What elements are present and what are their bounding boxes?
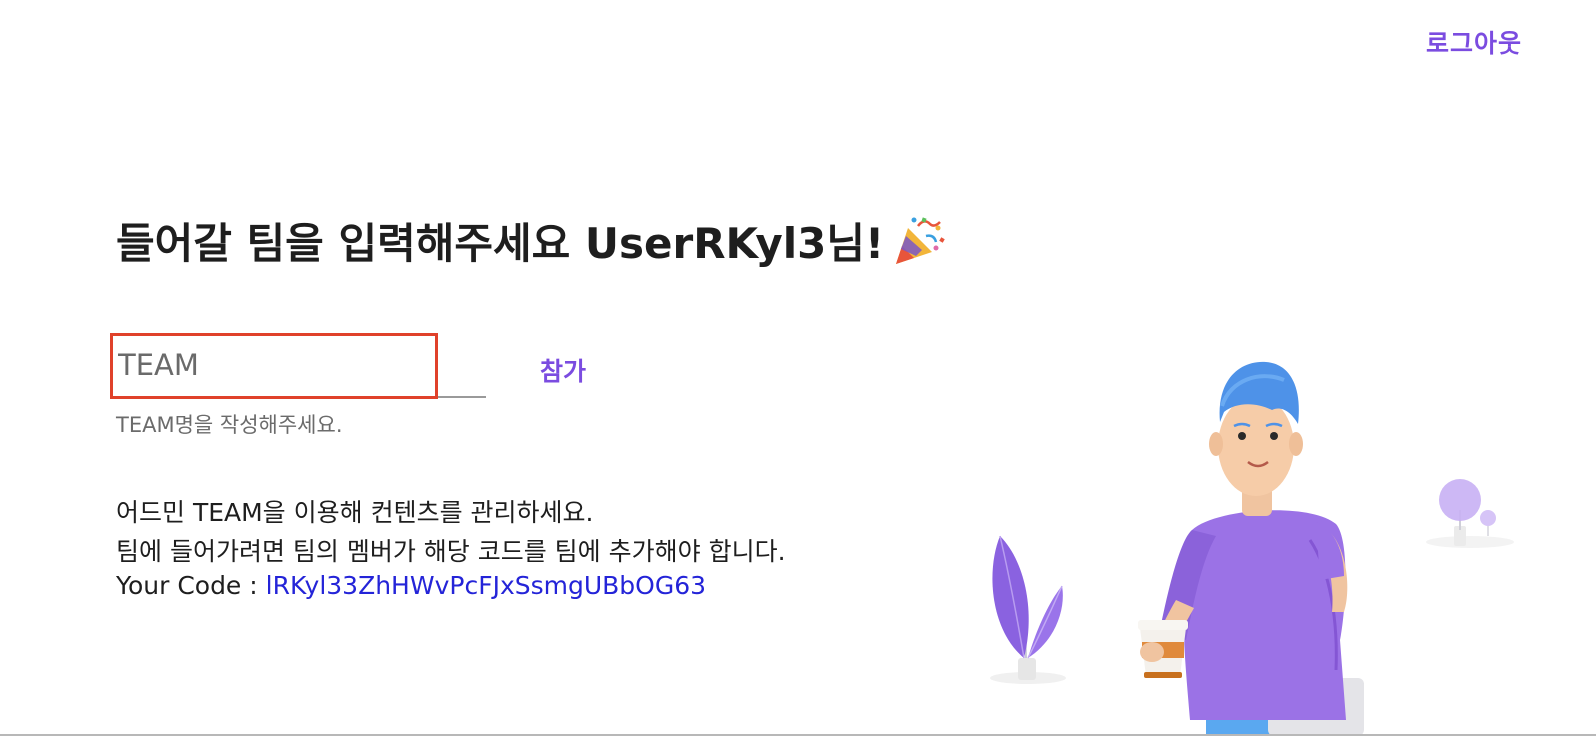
page-title: 들어갈 팀을 입력해주세요 UserRKyl3님! [116, 210, 946, 271]
person-with-coffee-illustration [990, 361, 1514, 734]
team-input-field [116, 334, 486, 398]
plant-left-icon [990, 535, 1066, 684]
logout-button[interactable]: 로그아웃 [1426, 24, 1522, 60]
team-join-page: 로그아웃 들어갈 팀을 입력해주세요 UserRKyl3님! 참가 TEAM명을… [0, 0, 1596, 736]
description-line-1: 어드민 TEAM을 이용해 컨텐츠를 관리하세요. [116, 498, 594, 527]
page-title-text: 들어갈 팀을 입력해주세요 UserRKyl3님! [116, 219, 885, 268]
team-input[interactable] [116, 334, 436, 396]
description-line-2: 팀에 들어가려면 팀의 멤버가 해당 코드를 팀에 추가해야 합니다. [116, 537, 786, 566]
coffee-cup-icon [1138, 620, 1188, 678]
join-button[interactable]: 참가 [540, 352, 586, 388]
user-code-line: Your Code : lRKyl33ZhHWvPcFJxSsmgUBbOG63 [116, 571, 706, 600]
input-helper-text: TEAM명을 작성해주세요. [116, 413, 343, 437]
user-code-label: Your Code : [116, 571, 266, 600]
party-popper-icon [896, 216, 945, 264]
tree-right-icon [1426, 479, 1514, 548]
person-figure [1138, 361, 1364, 734]
user-code-value[interactable]: lRKyl33ZhHWvPcFJxSsmgUBbOG63 [266, 571, 706, 600]
